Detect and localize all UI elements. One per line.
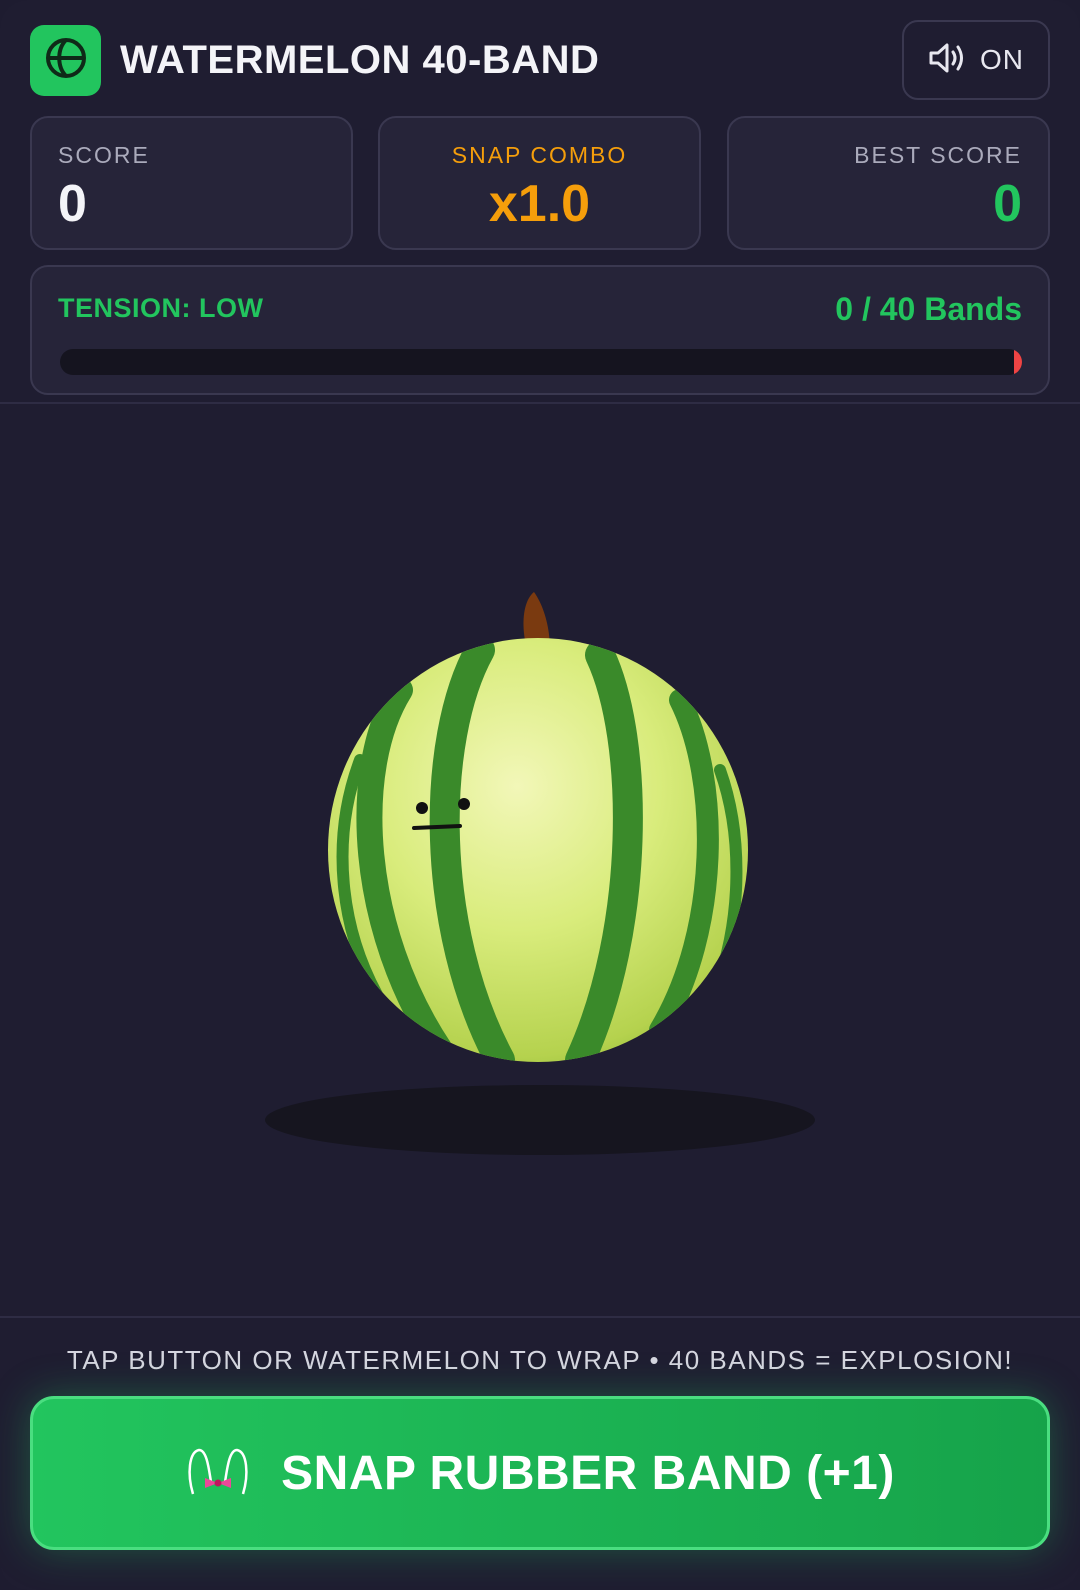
watermelon[interactable]: [328, 592, 748, 1062]
game-window: WATERMELON 40-BAND ON SCORE 0 SNAP COMBO…: [0, 0, 1080, 1590]
snap-rubber-band-button[interactable]: SNAP RUBBER BAND (+1): [30, 1396, 1050, 1550]
stats-row: SCORE 0 SNAP COMBO x1.0 BEST SCORE 0: [30, 116, 1050, 250]
watermelon-shadow: [265, 1085, 815, 1155]
score-card: SCORE 0: [30, 116, 353, 250]
speaker-volume-icon: [928, 41, 968, 80]
explosion-threshold-marker: [1014, 349, 1022, 375]
score-value: 0: [58, 175, 87, 233]
tension-panel: TENSION: LOW 0 / 40 Bands: [30, 265, 1050, 395]
combo-label: SNAP COMBO: [451, 142, 628, 168]
sound-toggle-button[interactable]: ON: [902, 20, 1050, 100]
divider-top: [0, 402, 1080, 404]
sound-status-label: ON: [980, 44, 1024, 75]
best-score-value: 0: [993, 175, 1022, 233]
watermelon-stage[interactable]: [0, 410, 1080, 1316]
band-count: 0 / 40 Bands: [835, 291, 1022, 327]
score-label: SCORE: [58, 142, 150, 168]
header: WATERMELON 40-BAND ON: [30, 20, 1050, 100]
tension-progress-bar: [60, 349, 1022, 375]
watermelon-slice-icon: [43, 35, 89, 86]
best-score-label: BEST SCORE: [854, 142, 1022, 168]
instructions-text: TAP BUTTON OR WATERMELON TO WRAP • 40 BA…: [66, 1345, 1014, 1375]
tension-label: TENSION: LOW: [58, 293, 264, 323]
combo-value: x1.0: [488, 175, 591, 233]
combo-card: SNAP COMBO x1.0: [378, 116, 701, 250]
game-title: WATERMELON 40-BAND: [120, 38, 600, 82]
snap-button-label: SNAP RUBBER BAND (+1): [281, 1446, 895, 1500]
best-score-card: BEST SCORE 0: [727, 116, 1050, 250]
rubber-band-icon: [185, 1444, 251, 1503]
divider-bottom: [0, 1316, 1080, 1318]
logo: [30, 25, 101, 96]
